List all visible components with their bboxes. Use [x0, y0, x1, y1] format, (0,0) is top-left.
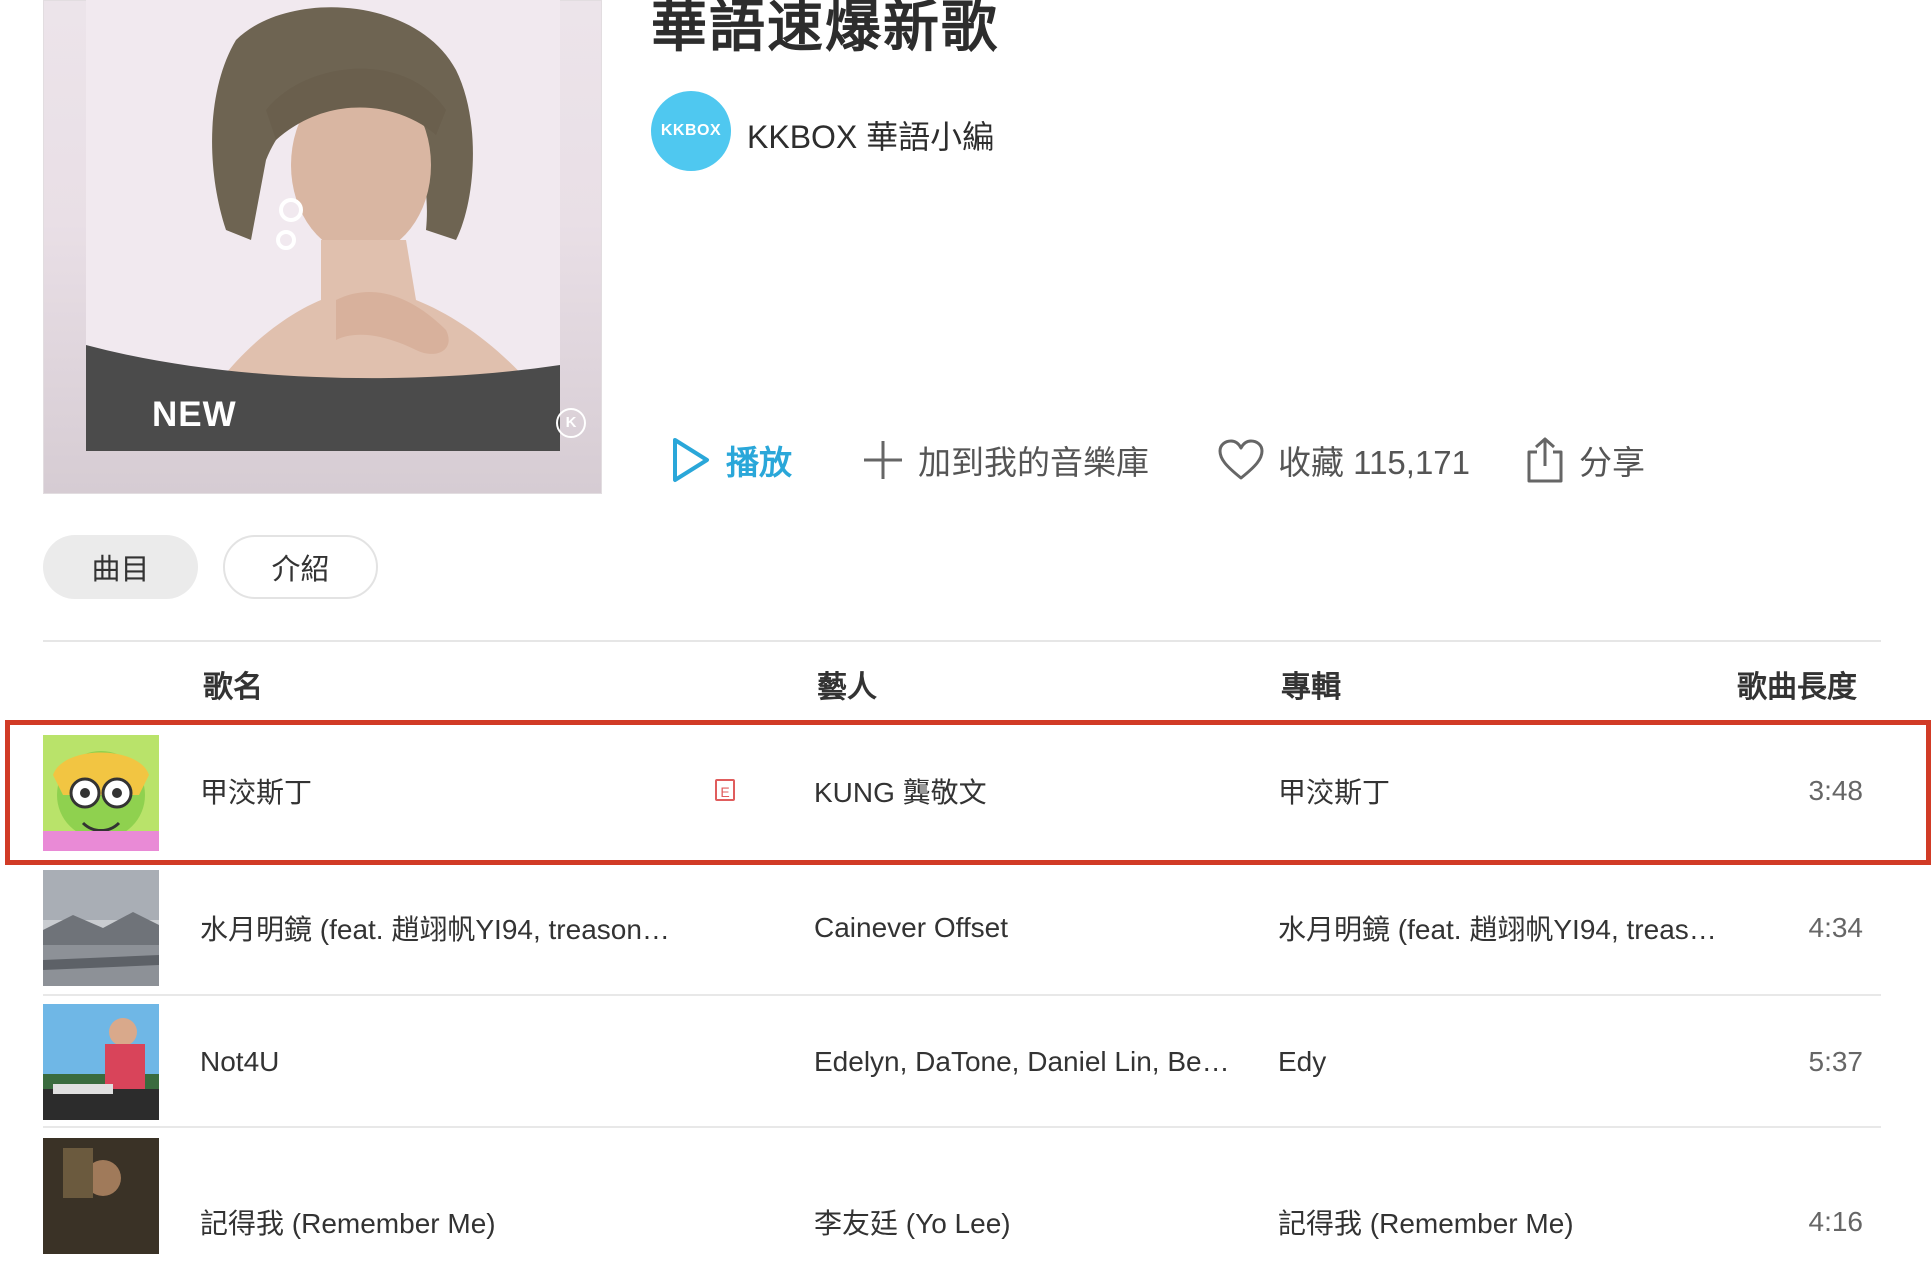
- table-row[interactable]: Not4U Edelyn, DaTone, Daniel Lin, Be… Ed…: [43, 996, 1883, 1128]
- song-thumbnail: [43, 735, 159, 851]
- tab-intro[interactable]: 介紹: [223, 535, 378, 599]
- table-row[interactable]: 甲洨斯丁 E KUNG 龔敬文 甲洨斯丁 3:48: [43, 725, 1883, 857]
- play-button[interactable]: 播放: [670, 432, 792, 488]
- plus-icon: [864, 441, 902, 479]
- song-length: 4:34: [1808, 912, 1864, 943]
- cover-frame: NEW K: [43, 0, 602, 494]
- explicit-badge: E: [715, 779, 735, 801]
- header-song: 歌名: [203, 671, 263, 704]
- table-row[interactable]: 記得我 (Remember Me) 李友廷 (Yo Lee) 記得我 (Reme…: [43, 1130, 1883, 1262]
- song-artist[interactable]: KUNG 龔敬文: [814, 725, 1274, 857]
- play-icon: [673, 438, 709, 482]
- add-to-library-button[interactable]: 加到我的音樂庫: [862, 432, 1149, 488]
- heart-icon: [1218, 439, 1264, 480]
- header-length: 歌曲長度: [1737, 671, 1857, 704]
- share-icon: [1527, 437, 1563, 483]
- header-album: 專輯: [1281, 671, 1341, 704]
- kkbox-k-icon: K: [556, 408, 586, 438]
- song-title[interactable]: 甲洨斯丁: [200, 725, 720, 857]
- share-label: 分享: [1579, 444, 1645, 481]
- song-title[interactable]: 記得我 (Remember Me): [200, 1156, 720, 1288]
- song-title[interactable]: Not4U: [200, 996, 720, 1128]
- tab-songs[interactable]: 曲目: [43, 535, 198, 599]
- song-album[interactable]: 甲洨斯丁: [1278, 725, 1758, 857]
- add-to-library-label: 加到我的音樂庫: [918, 444, 1149, 481]
- cover-new-badge: NEW: [152, 395, 237, 434]
- song-album[interactable]: 記得我 (Remember Me): [1278, 1156, 1758, 1288]
- song-length: 3:48: [1808, 775, 1864, 806]
- song-length: 5:37: [1808, 1046, 1864, 1077]
- song-album[interactable]: Edy: [1278, 996, 1758, 1128]
- owner-name[interactable]: KKBOX 華語小編: [747, 112, 994, 158]
- table-top-divider: [43, 640, 1881, 642]
- share-button[interactable]: 分享: [1525, 432, 1645, 488]
- song-artist[interactable]: Cainever Offset: [814, 862, 1274, 994]
- song-thumbnail: [43, 1138, 159, 1254]
- song-artist[interactable]: 李友廷 (Yo Lee): [814, 1156, 1274, 1288]
- table-row[interactable]: 水月明鏡 (feat. 趙翊帆YI94, treason… Cainever O…: [43, 862, 1883, 996]
- song-thumbnail: [43, 1004, 159, 1120]
- owner-avatar[interactable]: KKBOX: [651, 91, 731, 171]
- song-artist[interactable]: Edelyn, DaTone, Daniel Lin, Be…: [814, 996, 1274, 1128]
- song-length: 4:16: [1808, 1206, 1864, 1237]
- header-artist: 藝人: [817, 671, 877, 704]
- row-divider: [43, 1126, 1881, 1128]
- playlist-title: 華語速爆新歌: [651, 0, 999, 58]
- song-thumbnail: [43, 870, 159, 986]
- song-title[interactable]: 水月明鏡 (feat. 趙翊帆YI94, treason…: [200, 862, 720, 994]
- favorite-button[interactable]: 收藏 115,171: [1218, 432, 1470, 488]
- play-label: 播放: [726, 444, 792, 481]
- favorite-label: 收藏 115,171: [1278, 444, 1471, 481]
- song-album[interactable]: 水月明鏡 (feat. 趙翊帆YI94, treas…: [1278, 862, 1758, 994]
